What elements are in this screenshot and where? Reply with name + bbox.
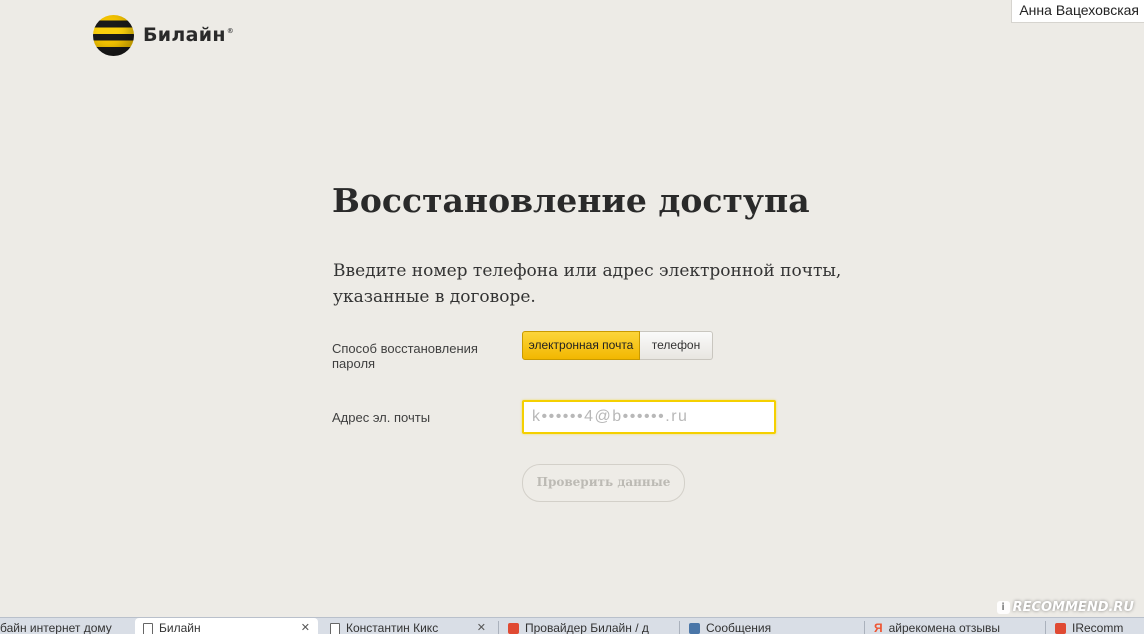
taskbar-tab[interactable]: IRecomm bbox=[1047, 620, 1144, 634]
taskbar-tab-label: IRecomm bbox=[1072, 621, 1124, 634]
verify-data-button[interactable]: Проверить данные bbox=[522, 464, 685, 502]
user-name[interactable]: Анна Вацеховская bbox=[1011, 0, 1144, 23]
registered-mark: ® bbox=[226, 27, 235, 36]
taskbar-separator bbox=[498, 621, 499, 634]
taskbar-tab[interactable]: Константин Кикс ✕ bbox=[322, 620, 494, 634]
taskbar-tab[interactable]: Я айрекомена отзывы bbox=[866, 620, 1042, 634]
recovery-method-toggle: электронная почта телефон bbox=[522, 331, 713, 360]
brand-name-text: Билайн bbox=[143, 23, 226, 46]
method-phone-button[interactable]: телефон bbox=[640, 331, 713, 360]
taskbar-tab-active[interactable]: Билайн ✕ bbox=[135, 618, 318, 634]
email-input[interactable] bbox=[522, 400, 776, 434]
taskbar-tab[interactable]: байн интернет дому bbox=[0, 620, 130, 634]
red-tab-icon bbox=[508, 623, 519, 634]
watermark: i RECOMMEND.RU bbox=[996, 600, 1134, 615]
email-label: Адрес эл. почты bbox=[332, 410, 431, 425]
close-tab-icon[interactable]: ✕ bbox=[293, 620, 318, 634]
yandex-icon: Я bbox=[874, 621, 883, 634]
beeline-logo[interactable]: Билайн® bbox=[93, 15, 234, 56]
taskbar-tab-label: Билайн bbox=[159, 621, 201, 634]
close-tab-icon[interactable]: ✕ bbox=[469, 620, 494, 634]
taskbar-tab-label: Сообщения bbox=[706, 621, 772, 634]
red-tab-icon bbox=[1055, 623, 1066, 634]
document-icon bbox=[143, 623, 153, 634]
taskbar-separator bbox=[864, 621, 865, 634]
taskbar-tab-label: Провайдер Билайн / д bbox=[525, 621, 649, 634]
method-email-button[interactable]: электронная почта bbox=[522, 331, 640, 360]
brand-name: Билайн® bbox=[143, 24, 234, 46]
taskbar-tab[interactable]: Сообщения bbox=[681, 620, 861, 634]
beeline-logo-icon bbox=[93, 15, 134, 56]
taskbar: байн интернет дому Билайн ✕ Константин К… bbox=[0, 617, 1144, 634]
intro-text: Введите номер телефона или адрес электро… bbox=[333, 261, 842, 307]
taskbar-separator bbox=[1045, 621, 1046, 634]
taskbar-tab-label: байн интернет дому bbox=[0, 621, 112, 634]
watermark-text: RECOMMEND.RU bbox=[1012, 600, 1134, 615]
document-icon bbox=[330, 623, 340, 634]
page-title: Восстановление доступа bbox=[332, 181, 810, 220]
blue-tab-icon bbox=[689, 623, 700, 634]
watermark-logo-icon: i bbox=[996, 601, 1010, 614]
taskbar-separator bbox=[679, 621, 680, 634]
taskbar-tab-label: айрекомена отзывы bbox=[888, 621, 1000, 634]
taskbar-tab[interactable]: Провайдер Билайн / д bbox=[500, 620, 676, 634]
taskbar-tab-label: Константин Кикс bbox=[346, 621, 439, 634]
recovery-method-label: Способ восстановления пароля bbox=[332, 341, 478, 371]
